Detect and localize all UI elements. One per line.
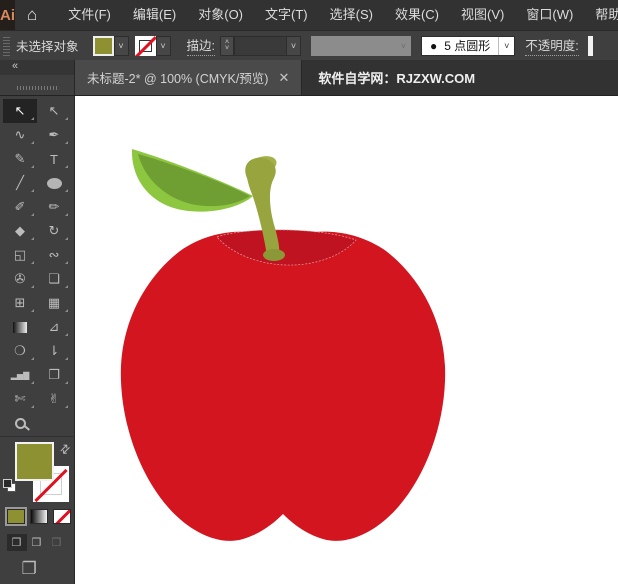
menu-file[interactable]: 文件(F) — [57, 0, 122, 30]
width-profile-dropdown: ˅ — [311, 36, 411, 56]
puppet-warp-tool[interactable]: ✇ — [3, 267, 37, 291]
illustrator-window: Ai ⌂ 文件(F) 编辑(E) 对象(O) 文字(T) 选择(S) 效果(C)… — [0, 0, 618, 584]
gradient-icon — [13, 322, 27, 333]
stroke-weight-field[interactable] — [234, 36, 286, 56]
gradient-button[interactable] — [30, 509, 48, 524]
apple-artwork — [75, 96, 618, 584]
app-logo: Ai — [0, 0, 15, 30]
menu-object[interactable]: 对象(O) — [187, 0, 254, 30]
control-bar: 未选择对象 ˅ ˅ 描边: ˄ ˅ ˅ ˅ ● 5 点圆形 ˅ 不透明度: — [0, 30, 618, 60]
curvature-tool[interactable]: ✎ — [3, 147, 37, 171]
screen-mode-icon[interactable]: ❐ — [22, 559, 37, 579]
opacity-field[interactable] — [588, 36, 593, 56]
toolbar-header: « — [0, 60, 75, 95]
stroke-weight-dropdown[interactable]: ˅ — [286, 36, 301, 56]
collapse-toolbar-icon[interactable]: « — [0, 60, 74, 75]
color-button[interactable] — [7, 509, 25, 524]
menu-window[interactable]: 窗口(W) — [515, 0, 584, 30]
rotate-tool[interactable]: ↻ — [37, 219, 71, 243]
close-icon[interactable]: ✕ — [278, 70, 289, 86]
menu-effect[interactable]: 效果(C) — [384, 0, 450, 30]
panel-grip-icon[interactable] — [3, 36, 10, 56]
tab-bar: « 未标题-2* @ 100% (CMYK/预览) ✕ 软件自学网：RJZXW.… — [0, 60, 618, 95]
toolbar-drag-handle[interactable] — [17, 86, 57, 90]
document-tab[interactable]: 未标题-2* @ 100% (CMYK/预览) ✕ — [75, 60, 302, 95]
blend-tool[interactable]: ❍ — [3, 339, 37, 363]
fill-indicator[interactable] — [15, 442, 54, 481]
brush-name: 5 点圆形 — [444, 37, 490, 54]
ellipse-tool[interactable] — [37, 171, 71, 195]
brush-definition-dropdown[interactable]: ● 5 点圆形 ˅ — [421, 36, 515, 56]
direct-selection-tool[interactable]: ↖ — [37, 99, 71, 123]
ellipse-icon — [47, 178, 62, 189]
chevron-down-icon: ˅ — [114, 36, 129, 56]
pen-tool[interactable]: ✒ — [37, 123, 71, 147]
eraser-tool[interactable]: ◆ — [3, 219, 37, 243]
perspective-grid-tool[interactable]: ⊞ — [3, 291, 37, 315]
mesh-tool[interactable]: ▦ — [37, 291, 71, 315]
scale-tool[interactable]: ◱ — [3, 243, 37, 267]
opacity-label[interactable]: 不透明度: — [525, 35, 578, 56]
artboard-tool[interactable]: ❐ — [37, 363, 71, 387]
menu-select[interactable]: 选择(S) — [319, 0, 384, 30]
type-tool[interactable]: T — [37, 147, 71, 171]
tools-panel: ↖ ↖ ∿ ✒ ✎ T ╱ ✐ ✏ ◆ ↻ ◱ ∾ ✇ ❏ ⊞ ▦ ⊿ ❍ — [0, 96, 75, 584]
selection-status: 未选择对象 — [16, 36, 79, 55]
draw-behind-mode[interactable]: ❒ — [27, 534, 47, 551]
none-button[interactable] — [53, 509, 71, 524]
hand-tool[interactable]: ✌ — [37, 387, 71, 411]
draw-inside-mode: ❒ — [47, 534, 67, 551]
stem-base-shape[interactable] — [263, 249, 285, 261]
gradient-tool[interactable] — [3, 315, 37, 339]
magnifier-icon — [15, 418, 26, 429]
document-tab-title: 未标题-2* @ 100% (CMYK/预览) — [87, 68, 268, 87]
pencil-tool[interactable]: ✏ — [37, 195, 71, 219]
selection-tool[interactable]: ↖ — [3, 99, 37, 123]
stroke-weight-stepper[interactable]: ˄ ˅ — [220, 36, 234, 56]
stroke-color-combo[interactable]: ˅ — [135, 36, 171, 56]
measure-tool[interactable]: ⊿ — [37, 315, 71, 339]
fill-swatch — [93, 36, 114, 56]
width-tool[interactable]: ∾ — [37, 243, 71, 267]
apple-body-shape[interactable] — [121, 232, 445, 541]
menu-edit[interactable]: 编辑(E) — [122, 0, 187, 30]
eyedropper-tool[interactable]: ⇂ — [37, 339, 71, 363]
stroke-none-swatch — [135, 36, 156, 56]
brush-dot-icon: ● — [430, 39, 437, 53]
watermark-text: 软件自学网：RJZXW.COM — [318, 60, 475, 95]
menu-type[interactable]: 文字(T) — [254, 0, 319, 30]
chevron-down-icon: ˅ — [498, 37, 514, 55]
slice-tool[interactable]: ✄ — [3, 387, 37, 411]
chevron-down-icon: ˅ — [156, 36, 171, 56]
zoom-tool[interactable] — [3, 411, 37, 435]
paintbrush-tool[interactable]: ✐ — [3, 195, 37, 219]
menu-view[interactable]: 视图(V) — [450, 0, 515, 30]
menu-help[interactable]: 帮助(H) — [584, 0, 618, 30]
draw-normal-mode[interactable]: ❒ — [7, 534, 27, 551]
stepper-down-icon: ˅ — [225, 46, 229, 52]
stroke-label[interactable]: 描边: — [187, 35, 215, 56]
artboard-canvas[interactable] — [75, 96, 618, 584]
fill-color-combo[interactable]: ˅ — [93, 36, 129, 56]
shape-builder-tool[interactable]: ❏ — [37, 267, 71, 291]
line-segment-tool[interactable]: ╱ — [3, 171, 37, 195]
column-graph-tool[interactable]: ▂▅▇ — [3, 363, 37, 387]
chevron-down-icon: ˅ — [396, 36, 411, 56]
menu-bar: Ai ⌂ 文件(F) 编辑(E) 对象(O) 文字(T) 选择(S) 效果(C)… — [0, 0, 618, 30]
home-icon[interactable]: ⌂ — [15, 5, 49, 25]
fill-stroke-panel: ⇄ ❒ ❒ ❒ ❐ — [0, 436, 75, 584]
lasso-tool[interactable]: ∿ — [3, 123, 37, 147]
swap-fill-stroke-icon[interactable]: ⇄ — [57, 440, 74, 457]
